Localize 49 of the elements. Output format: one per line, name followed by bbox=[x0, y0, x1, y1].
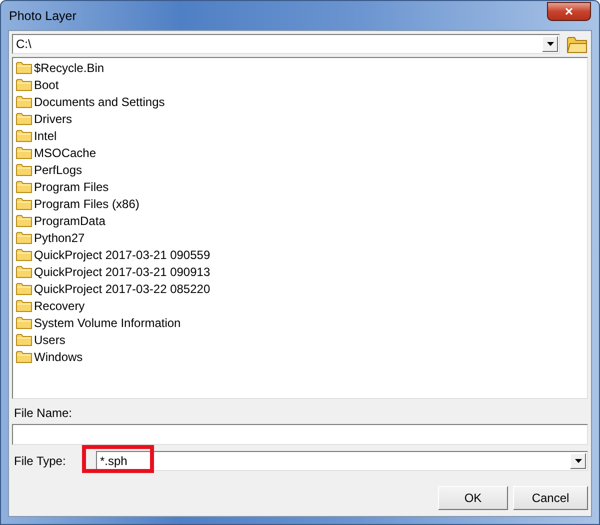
file-name-label: File Name: bbox=[14, 406, 74, 420]
folder-name[interactable]: Recovery bbox=[34, 298, 85, 312]
close-button[interactable]: × bbox=[547, 2, 591, 20]
folder-icon bbox=[16, 78, 32, 91]
folder-icon bbox=[16, 231, 32, 244]
folder-icon bbox=[16, 112, 32, 125]
folder-icon bbox=[16, 61, 32, 74]
dropdown-arrow-icon bbox=[574, 459, 582, 463]
folder-name[interactable]: Program Files (x86) bbox=[34, 196, 140, 210]
folder-name[interactable]: Users bbox=[34, 332, 66, 346]
dropdown-arrow-icon bbox=[546, 42, 554, 46]
window-title: Photo Layer bbox=[9, 8, 76, 22]
folder-icon bbox=[16, 299, 32, 312]
folder-name[interactable]: Program Files bbox=[34, 180, 109, 194]
folder-name[interactable]: MSOCache bbox=[34, 146, 96, 160]
folder-name[interactable]: Intel bbox=[34, 128, 57, 142]
open-folder-button[interactable] bbox=[566, 34, 588, 54]
folder-name[interactable]: Documents and Settings bbox=[34, 94, 165, 108]
folder-icon bbox=[16, 197, 32, 210]
folder-icon bbox=[567, 36, 587, 52]
folder-icon bbox=[16, 333, 32, 346]
file-type-label: File Type: bbox=[13, 453, 67, 468]
folder-name[interactable]: $Recycle.Bin bbox=[34, 60, 104, 74]
path-dropdown[interactable]: C:\ bbox=[12, 34, 560, 54]
folder-name[interactable]: QuickProject 2017-03-21 090913 bbox=[34, 264, 210, 278]
folder-icon bbox=[16, 316, 32, 329]
folder-icon bbox=[16, 129, 32, 142]
folder-icon bbox=[16, 163, 32, 176]
folder-icon bbox=[16, 282, 32, 295]
folder-icon bbox=[16, 214, 32, 227]
folder-name[interactable]: System Volume Information bbox=[34, 316, 181, 330]
file-type-dropdown[interactable]: *.sph bbox=[96, 451, 588, 471]
folder-name[interactable]: Windows bbox=[34, 350, 83, 364]
folder-name[interactable]: Boot bbox=[34, 78, 59, 92]
folder-icon bbox=[16, 350, 32, 363]
folder-name[interactable]: ProgramData bbox=[34, 214, 106, 228]
dialog-button[interactable]: OK bbox=[438, 486, 508, 510]
dialog-button[interactable]: Cancel bbox=[513, 486, 588, 510]
folder-icon bbox=[16, 146, 32, 159]
folder-name[interactable]: QuickProject 2017-03-22 085220 bbox=[34, 282, 210, 296]
folder-name[interactable]: QuickProject 2017-03-21 090559 bbox=[34, 248, 210, 262]
folder-icon bbox=[16, 180, 32, 193]
folder-name[interactable]: Drivers bbox=[34, 112, 72, 126]
folder-icon bbox=[16, 265, 32, 278]
folder-icon bbox=[16, 248, 32, 261]
file-name-field[interactable] bbox=[12, 424, 588, 445]
folder-name[interactable]: Python27 bbox=[34, 230, 85, 244]
folder-name[interactable]: PerfLogs bbox=[34, 162, 82, 176]
folder-icon bbox=[16, 95, 32, 108]
